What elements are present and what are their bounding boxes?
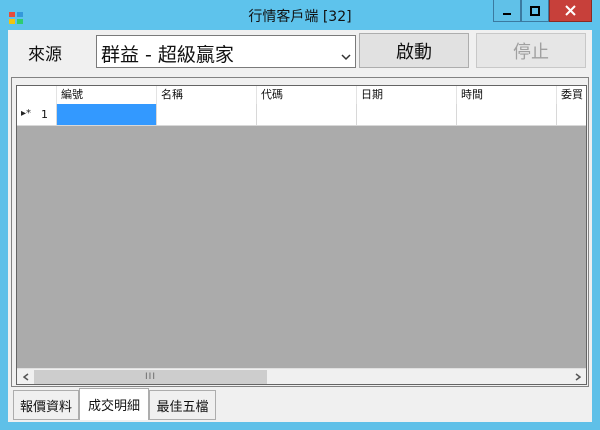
cell-date[interactable] xyxy=(357,104,457,126)
close-icon xyxy=(565,5,576,16)
grid-frame: 編號 名稱 代碼 日期 時間 委買 ▸* 1 III xyxy=(11,77,589,387)
chevron-right-icon xyxy=(575,373,581,381)
column-header-name[interactable]: 名稱 xyxy=(157,86,257,104)
source-label: 來源 xyxy=(28,45,62,65)
minimize-button[interactable] xyxy=(493,0,521,22)
column-header-code[interactable]: 代碼 xyxy=(257,86,357,104)
chevron-down-icon[interactable] xyxy=(341,46,351,65)
app-window: 行情客戶端 [32] 來源 群益 - 超級贏家 啟動 停止 編號 名稱 代碼 日… xyxy=(0,0,600,430)
maximize-icon xyxy=(530,5,540,16)
row-header-cell[interactable]: ▸* 1 xyxy=(17,104,57,126)
start-button[interactable]: 啟動 xyxy=(359,33,469,68)
source-select[interactable]: 群益 - 超級贏家 xyxy=(96,35,356,68)
tab-trade-details[interactable]: 成交明細 xyxy=(79,388,149,420)
minimize-icon xyxy=(503,12,511,15)
row-number: 1 xyxy=(41,108,48,121)
client-area: 來源 群益 - 超級贏家 啟動 停止 編號 名稱 代碼 日期 時間 委買 ▸* … xyxy=(8,30,592,422)
cell-code[interactable] xyxy=(257,104,357,126)
scroll-thumb[interactable]: III xyxy=(34,370,267,384)
column-header-number[interactable]: 編號 xyxy=(57,86,157,104)
scroll-grip-icon: III xyxy=(145,372,156,382)
scroll-right-button[interactable] xyxy=(569,369,586,384)
close-button[interactable] xyxy=(549,0,592,22)
tab-strip: 報價資料 成交明細 最佳五檔 xyxy=(11,388,589,420)
horizontal-scrollbar[interactable]: III xyxy=(17,368,586,384)
tab-best-five[interactable]: 最佳五檔 xyxy=(149,390,216,420)
new-row-marker-icon: ▸* xyxy=(21,108,32,119)
column-header-bid[interactable]: 委買 xyxy=(557,86,586,104)
cell-bid[interactable] xyxy=(557,104,586,126)
trades-grid[interactable]: 編號 名稱 代碼 日期 時間 委買 ▸* 1 III xyxy=(16,85,587,385)
cell-name[interactable] xyxy=(157,104,257,126)
cell-number[interactable] xyxy=(57,104,157,126)
chevron-left-icon xyxy=(22,373,28,381)
scroll-left-button[interactable] xyxy=(17,369,34,384)
column-header-date[interactable]: 日期 xyxy=(357,86,457,104)
grid-header-row: 編號 名稱 代碼 日期 時間 委買 xyxy=(17,86,586,104)
maximize-button[interactable] xyxy=(521,0,549,22)
stop-button[interactable]: 停止 xyxy=(476,33,586,68)
table-row[interactable]: ▸* 1 xyxy=(17,104,586,126)
column-header-time[interactable]: 時間 xyxy=(457,86,557,104)
source-selected-value: 群益 - 超級贏家 xyxy=(101,44,234,66)
title-bar[interactable]: 行情客戶端 [32] xyxy=(0,0,600,30)
cell-time[interactable] xyxy=(457,104,557,126)
row-header-corner[interactable] xyxy=(17,86,57,104)
tab-quotes[interactable]: 報價資料 xyxy=(13,390,79,420)
